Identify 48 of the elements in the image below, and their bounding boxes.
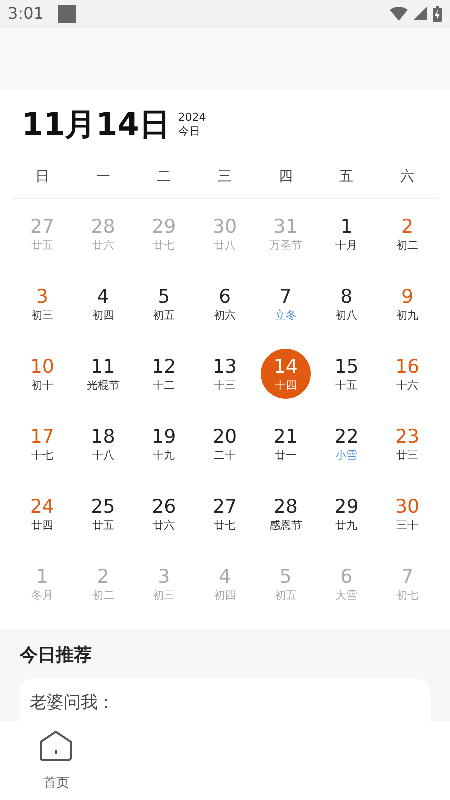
date-cell[interactable]: 2 初二 (382, 209, 433, 260)
date-cell[interactable]: 29 廿九 (322, 489, 372, 540)
date-cell[interactable]: 30 三十 (382, 489, 433, 540)
current-date: 11月14日 (22, 106, 170, 146)
notification-icon (58, 4, 76, 23)
date-cell[interactable]: 21 廿一 (260, 419, 311, 470)
date-cell[interactable]: 15 十五 (322, 349, 372, 400)
date-cell[interactable]: 10 初十 (17, 349, 68, 400)
weekday-label: 五 (338, 168, 355, 186)
section-title: 今日推荐 (20, 644, 93, 668)
recommend-card[interactable]: 老婆问我： (20, 679, 430, 722)
date-cell[interactable]: 28 感恩节 (260, 489, 311, 540)
date-cell[interactable]: 24 廿四 (17, 489, 68, 540)
date-cell[interactable]: 26 廿六 (139, 489, 190, 540)
weekday-label: 四 (278, 168, 294, 186)
date-cell[interactable]: 4 初四 (78, 279, 128, 330)
year-label: 2024 (178, 111, 206, 126)
date-cell[interactable]: 12 十二 (139, 349, 190, 400)
date-cell[interactable]: 23 廿三 (382, 419, 433, 470)
weekday-label: 日 (34, 168, 50, 186)
status-time: 3:01 (8, 4, 44, 24)
weekday-label: 二 (156, 168, 172, 186)
signal-icon (414, 7, 427, 20)
date-cell[interactable]: 17 十七 (17, 419, 68, 470)
date-cell[interactable]: 8 初八 (322, 279, 372, 330)
date-cell[interactable]: 18 十八 (78, 419, 128, 470)
date-cell[interactable]: 5 初五 (139, 279, 190, 330)
date-cell[interactable]: 16 十六 (382, 349, 433, 400)
wifi-icon (390, 6, 408, 21)
weekday-label: 六 (400, 168, 416, 186)
today-label: 今日 (178, 125, 202, 140)
battery-icon (433, 6, 442, 22)
weekday-label: 一 (95, 168, 112, 186)
date-cell[interactable]: 27 廿七 (200, 489, 250, 540)
date-cell[interactable]: 19 十九 (139, 419, 190, 470)
date-cell[interactable]: 1 十月 (322, 209, 372, 260)
date-cell[interactable]: 14 十四 (260, 349, 311, 400)
date-cell[interactable]: 25 廿五 (78, 489, 128, 540)
date-cell[interactable]: 9 初九 (382, 279, 433, 330)
date-cell[interactable]: 11 光棍节 (78, 349, 128, 400)
date-cell[interactable]: 3 初三 (17, 279, 68, 330)
date-cell[interactable]: 7 立冬 (260, 279, 311, 330)
date-cell[interactable]: 6 初六 (200, 279, 250, 330)
weekday-label: 三 (216, 168, 233, 186)
date-cell[interactable]: 13 十三 (200, 349, 250, 400)
date-cell[interactable]: 22 小雪 (322, 419, 372, 470)
date-cell[interactable]: 20 二十 (200, 419, 250, 470)
home-icon (39, 730, 74, 762)
